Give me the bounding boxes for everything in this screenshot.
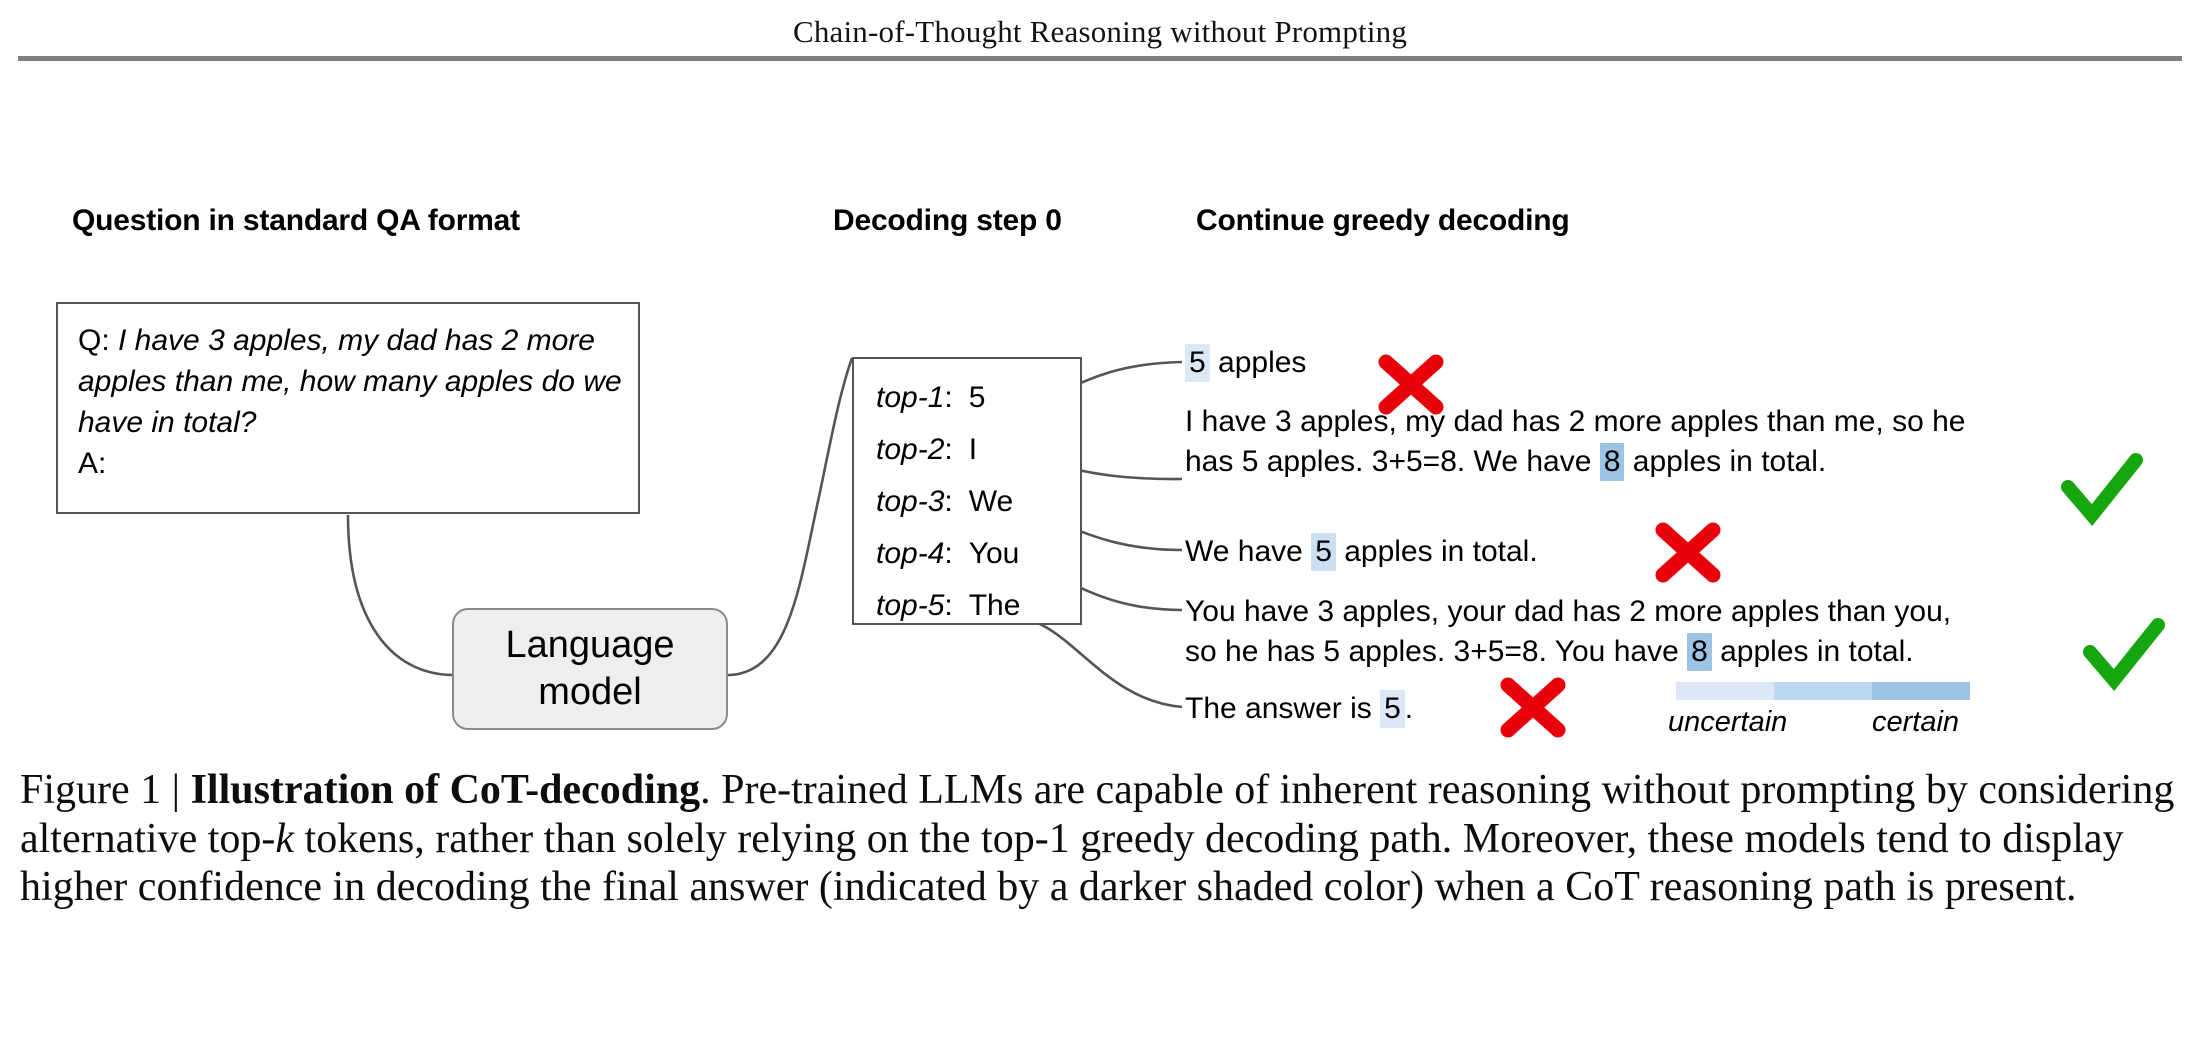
figure-caption: Figure 1 | Illustration of CoT-decoding.… — [20, 766, 2182, 912]
legend-label-uncertain: uncertain — [1668, 706, 1788, 738]
figure-1-illustration: Question in standard QA format Decoding … — [0, 62, 2200, 762]
path-2-line1: I have 3 apples, my dad has 2 more apple… — [1185, 405, 1966, 438]
header-rule-divider — [18, 56, 2182, 61]
question-text: Q: I have 3 apples, my dad has 2 more ap… — [78, 320, 626, 484]
decoding-path-2: I have 3 apples, my dad has 2 more apple… — [1185, 402, 1965, 482]
path-3-highlight-token: 5 — [1311, 533, 1336, 571]
check-icon-path4 — [2083, 618, 2165, 691]
topk-token-5: The — [968, 589, 1021, 622]
topk-colon-2: : — [944, 433, 953, 466]
path-4-line1: You have 3 apples, your dad has 2 more a… — [1185, 595, 1952, 628]
legend-label-certain: certain — [1872, 706, 1960, 738]
page-header: Chain-of-Thought Reasoning without Promp… — [0, 0, 2200, 62]
connector-lm-to-topk — [727, 357, 854, 677]
legend-swatch-uncertain — [1676, 682, 1774, 700]
topk-rank-2: top-2 — [876, 433, 945, 466]
topk-colon-4: : — [944, 537, 953, 570]
topk-tokens-box: top-1: 5 top-2: I top-3: We top-4: You top-5… — [852, 357, 1082, 625]
language-model-label-line1: Language — [505, 624, 675, 666]
topk-rank-4: top-4 — [876, 537, 945, 570]
topk-colon-5: : — [944, 589, 953, 622]
topk-token-1: 5 — [968, 381, 986, 414]
topk-row-1: top-1: 5 — [876, 381, 985, 415]
topk-row-5: top-5: The — [876, 589, 1020, 623]
topk-rank-5: top-5 — [876, 589, 945, 622]
topk-token-4: You — [968, 537, 1020, 570]
legend-swatch-certain — [1872, 682, 1970, 700]
path-2-highlight-token: 8 — [1599, 443, 1625, 481]
header-title: Chain-of-Thought Reasoning without Promp… — [792, 14, 1408, 49]
path-3-text-pre: We have — [1185, 535, 1312, 568]
path-5-highlight-token: 5 — [1380, 690, 1405, 728]
language-model-box: Language model — [452, 608, 728, 730]
decoding-path-5: The answer is 5. — [1185, 689, 1413, 729]
path-1-highlight-token: 5 — [1185, 344, 1210, 382]
confidence-legend: uncertain certain — [1668, 682, 2096, 752]
path-2-line2-pre: has 5 apples. 3+5=8. We have — [1185, 445, 1600, 478]
language-model-label-line2: model — [538, 671, 642, 713]
topk-colon-1: : — [944, 381, 953, 414]
question-q-body: I have 3 apples, my dad has 2 more apple… — [78, 324, 622, 439]
question-box: Q: I have 3 apples, my dad has 2 more ap… — [56, 302, 640, 514]
legend-swatch-middle — [1774, 682, 1872, 700]
topk-token-2: I — [968, 433, 978, 466]
connector-top5-to-path5 — [1011, 615, 1183, 709]
language-model-label: Language model — [505, 622, 674, 716]
cross-icon-path5 — [1500, 677, 1566, 738]
question-a-label: A: — [78, 447, 107, 480]
path-3-text-post: apples in total. — [1335, 535, 1538, 568]
path-4-line2-post: apples in total. — [1711, 635, 1914, 668]
topk-rank-3: top-3 — [876, 485, 945, 518]
caption-body-part2: tokens, rather than solely relying on th… — [20, 815, 2124, 911]
decoding-path-1: 5 apples — [1185, 343, 1306, 383]
topk-row-4: top-4: You — [876, 537, 1019, 571]
caption-figure-label: Figure 1 | — [20, 767, 191, 813]
topk-rank-1: top-1 — [876, 381, 945, 414]
topk-row-3: top-3: We — [876, 485, 1013, 519]
cross-icon-path1 — [1378, 354, 1444, 415]
topk-colon-3: : — [944, 485, 953, 518]
connector-question-to-lm — [346, 514, 453, 677]
check-icon-path2 — [2061, 453, 2143, 526]
heading-continue-greedy-column: Continue greedy decoding — [1196, 204, 1570, 237]
path-4-highlight-token: 8 — [1687, 633, 1712, 671]
path-4-line2-pre: so he has 5 apples. 3+5=8. You have — [1185, 635, 1688, 668]
cross-icon-path3 — [1655, 522, 1721, 583]
topk-row-2: top-2: I — [876, 433, 977, 467]
caption-bold-title: Illustration of CoT-decoding — [190, 767, 701, 813]
path-1-text-post: apples — [1209, 346, 1307, 379]
caption-italic-k: k — [275, 815, 295, 862]
question-q-label: Q: — [78, 324, 119, 357]
heading-decoding-step-column: Decoding step 0 — [833, 204, 1062, 237]
decoding-path-3: We have 5 apples in total. — [1185, 532, 1538, 572]
path-2-line2-post: apples in total. — [1624, 445, 1827, 478]
topk-token-3: We — [968, 485, 1014, 518]
path-5-text-pre: The answer is — [1185, 692, 1381, 725]
path-5-text-post: . — [1404, 692, 1414, 725]
heading-question-column: Question in standard QA format — [72, 204, 520, 237]
decoding-path-4: You have 3 apples, your dad has 2 more a… — [1185, 592, 1951, 672]
